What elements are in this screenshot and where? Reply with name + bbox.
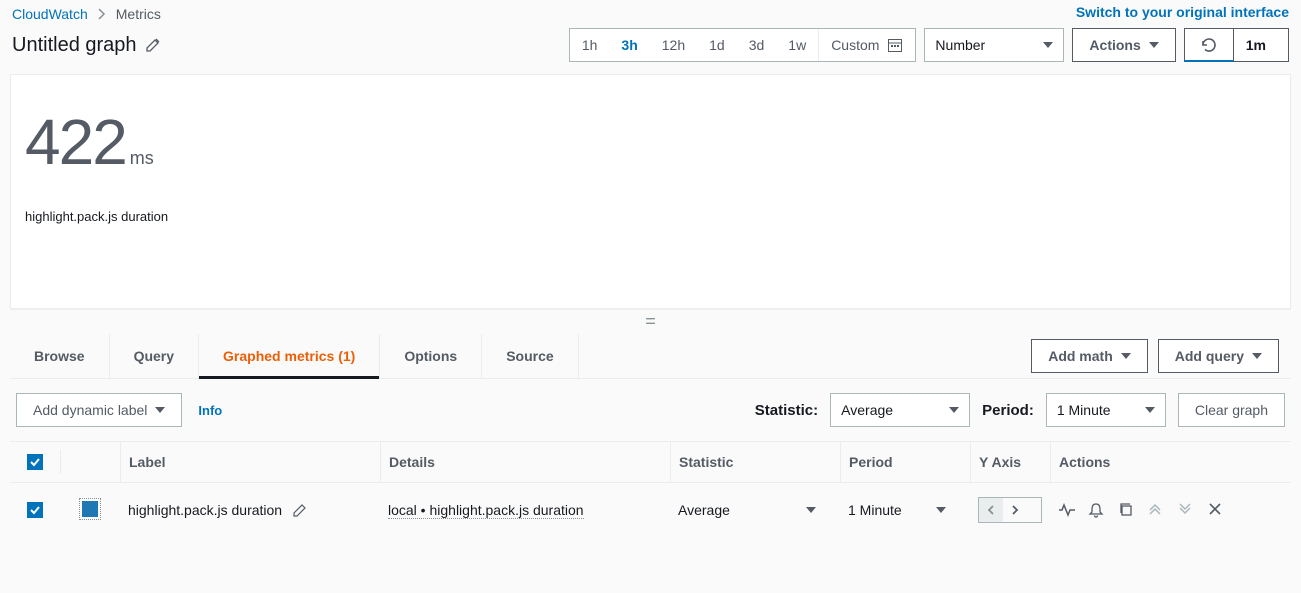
time-range-1h[interactable]: 1h <box>570 29 610 61</box>
refresh-button[interactable] <box>1184 28 1234 62</box>
time-range-3d[interactable]: 3d <box>737 29 777 61</box>
select-all-checkbox[interactable] <box>27 454 43 470</box>
row-details[interactable]: local • highlight.pack.js duration <box>388 502 584 519</box>
statistic-label: Statistic: <box>755 402 818 419</box>
actions-button[interactable]: Actions <box>1072 28 1175 62</box>
row-statistic-value: Average <box>678 502 730 518</box>
row-period-select[interactable]: 1 Minute <box>840 488 970 532</box>
metric-panel: 422 ms highlight.pack.js duration <box>10 74 1291 309</box>
time-range-custom-label: Custom <box>831 37 879 53</box>
breadcrumb-current: Metrics <box>116 6 161 22</box>
toolbar: 1h 3h 12h 1d 3d 1w Custom Number Actions <box>569 28 1289 62</box>
tab-browse[interactable]: Browse <box>22 334 110 378</box>
refresh-icon <box>1200 36 1218 54</box>
row-period-value: 1 Minute <box>848 502 902 518</box>
table-row: highlight.pack.js duration local • highl… <box>10 483 1291 537</box>
yaxis-left-icon <box>979 498 1003 522</box>
move-up-icon[interactable] <box>1148 502 1164 518</box>
statistic-value: Average <box>841 402 893 418</box>
tab-graphed-metrics[interactable]: Graphed metrics (1) <box>199 334 380 378</box>
add-dynamic-label-text: Add dynamic label <box>33 402 147 418</box>
bell-icon[interactable] <box>1088 502 1104 518</box>
add-math-label: Add math <box>1048 348 1113 364</box>
add-dynamic-label-button[interactable]: Add dynamic label <box>16 393 182 427</box>
period-value: 1 Minute <box>1057 402 1111 418</box>
tab-query[interactable]: Query <box>110 334 199 378</box>
edit-title-icon[interactable] <box>145 37 161 53</box>
caret-down-icon <box>1149 42 1159 48</box>
time-range-1w[interactable]: 1w <box>776 29 818 61</box>
tabs: Browse Query Graphed metrics (1) Options… <box>22 334 579 378</box>
caret-down-icon <box>1252 353 1262 359</box>
calendar-icon <box>887 37 903 53</box>
th-details: Details <box>380 442 670 482</box>
th-statistic: Statistic <box>670 442 840 482</box>
view-type-select[interactable]: Number <box>924 28 1064 62</box>
tab-options[interactable]: Options <box>380 334 482 378</box>
metric-label: highlight.pack.js duration <box>25 209 1276 224</box>
duplicate-icon[interactable] <box>1118 502 1134 518</box>
remove-icon[interactable] <box>1208 502 1224 518</box>
caret-down-icon <box>806 507 816 513</box>
refresh-interval-value: 1m <box>1246 37 1266 53</box>
caret-down-icon <box>1043 42 1053 48</box>
caret-down-icon <box>936 507 946 513</box>
time-range-group: 1h 3h 12h 1d 3d 1w Custom <box>569 28 917 62</box>
statistic-select[interactable]: Average <box>830 393 970 427</box>
actions-button-label: Actions <box>1089 37 1140 53</box>
yaxis-right-icon <box>1003 498 1027 522</box>
caret-down-icon <box>1145 407 1155 413</box>
period-select[interactable]: 1 Minute <box>1046 393 1166 427</box>
refresh-interval-select[interactable]: 1m <box>1234 28 1289 62</box>
page-title: Untitled graph <box>12 34 137 57</box>
caret-down-icon <box>949 407 959 413</box>
row-statistic-select[interactable]: Average <box>670 488 840 532</box>
add-query-button[interactable]: Add query <box>1158 339 1279 373</box>
th-label: Label <box>120 442 380 482</box>
view-type-value: Number <box>935 37 985 53</box>
tab-source[interactable]: Source <box>482 334 578 378</box>
yaxis-toggle[interactable] <box>978 497 1042 523</box>
caret-down-icon <box>155 407 165 413</box>
breadcrumb: CloudWatch Metrics <box>12 4 161 22</box>
table-header: Label Details Statistic Period Y Axis Ac… <box>10 442 1291 483</box>
th-actions: Actions <box>1050 442 1291 482</box>
move-down-icon[interactable] <box>1178 502 1194 518</box>
info-link[interactable]: Info <box>198 403 222 418</box>
time-range-12h[interactable]: 12h <box>650 29 697 61</box>
row-checkbox[interactable] <box>27 502 43 518</box>
metric-unit: ms <box>130 148 154 169</box>
resize-handle[interactable]: = <box>0 309 1301 334</box>
time-range-1d[interactable]: 1d <box>697 29 737 61</box>
metric-value: 422 <box>25 105 126 179</box>
switch-interface-link[interactable]: Switch to your original interface <box>1076 4 1289 20</box>
time-range-custom[interactable]: Custom <box>818 29 915 61</box>
chevron-right-icon <box>98 8 106 20</box>
metrics-table: Label Details Statistic Period Y Axis Ac… <box>10 441 1291 537</box>
clear-graph-label: Clear graph <box>1195 402 1268 418</box>
th-yaxis: Y Axis <box>970 442 1050 482</box>
clear-graph-button[interactable]: Clear graph <box>1178 393 1285 427</box>
period-label: Period: <box>982 402 1034 419</box>
edit-label-icon[interactable] <box>292 502 308 518</box>
breadcrumb-root[interactable]: CloudWatch <box>12 6 88 22</box>
th-period: Period <box>840 442 970 482</box>
caret-down-icon <box>1121 353 1131 359</box>
add-math-button[interactable]: Add math <box>1031 339 1148 373</box>
add-query-label: Add query <box>1175 348 1244 364</box>
time-range-3h[interactable]: 3h <box>609 29 649 61</box>
activity-icon[interactable] <box>1058 502 1074 518</box>
color-swatch[interactable] <box>82 501 98 517</box>
row-label: highlight.pack.js duration <box>128 502 282 518</box>
